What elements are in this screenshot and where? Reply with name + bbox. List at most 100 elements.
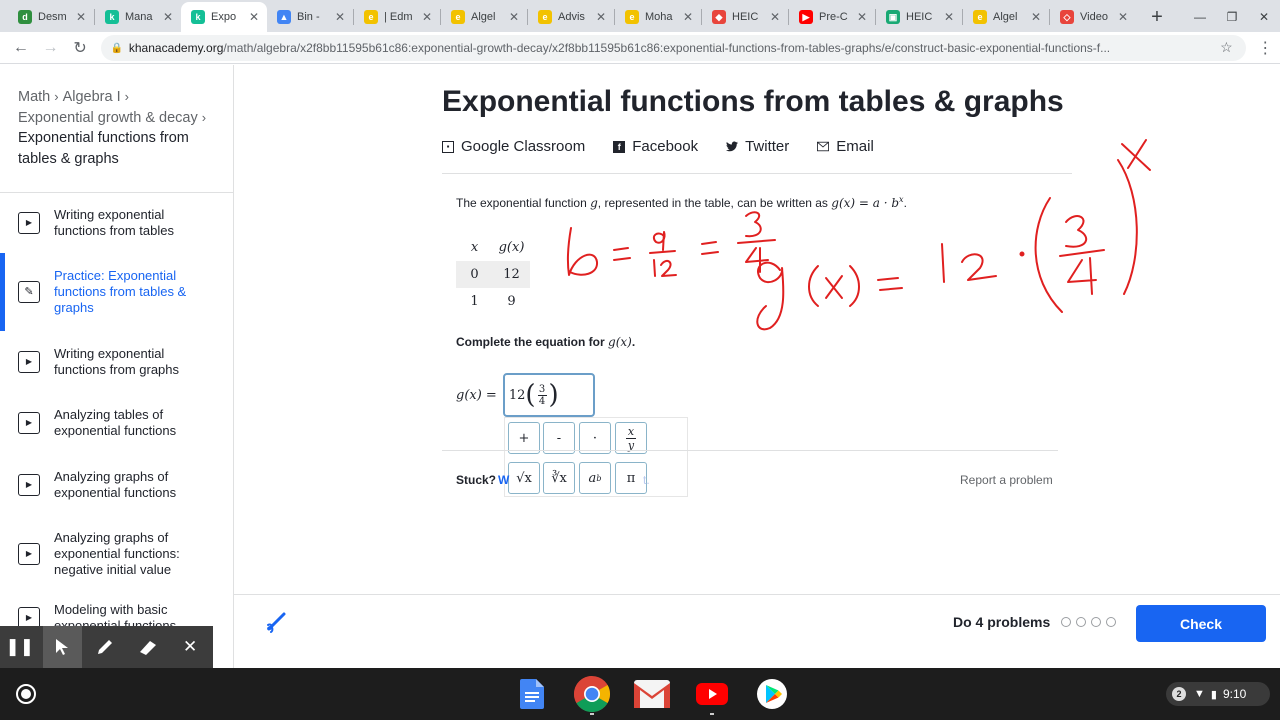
progress-dot: [1076, 617, 1086, 627]
browser-tab[interactable]: ▲ Bin - ✕: [267, 2, 353, 32]
browser-tab[interactable]: k Expo ✕: [181, 2, 267, 32]
play-icon: ▶: [18, 412, 40, 434]
breadcrumb-math[interactable]: Math: [18, 89, 50, 105]
breadcrumb-algebra[interactable]: Algebra I: [63, 89, 121, 105]
sidebar-item-label: Analyzing graphs of exponential function…: [54, 530, 180, 577]
browser-tab[interactable]: e | Edm ✕: [354, 2, 440, 32]
browser-tab[interactable]: d Desm ✕: [8, 2, 94, 32]
scratchpad-pencil-icon[interactable]: [264, 611, 288, 635]
pointer-icon[interactable]: [42, 626, 83, 668]
complete-instruction: Complete the equation for g(x).: [456, 335, 636, 349]
breadcrumb-sep-icon: ›: [201, 109, 207, 125]
close-icon[interactable]: ✕: [170, 626, 210, 668]
answer-input[interactable]: 12 ( 3 4 ): [502, 373, 595, 417]
browser-tab[interactable]: ▣ HEIC ✕: [876, 2, 962, 32]
sidebar-item-video[interactable]: ▶ Writing exponential functions from grap…: [0, 331, 233, 392]
annotation-toolbar: ❚❚ ✕: [0, 626, 213, 668]
minimize-icon[interactable]: —: [1184, 10, 1216, 24]
os-shelf: 2 ▼ ▮ 9:10: [0, 668, 1280, 720]
tab-label: HEIC: [732, 11, 759, 23]
tab-close-icon[interactable]: ✕: [681, 10, 695, 24]
tab-close-icon[interactable]: ✕: [942, 10, 956, 24]
sidebar-item-video[interactable]: ▶ Analyzing graphs of exponential functio…: [0, 515, 233, 593]
browser-tab[interactable]: ▶ Pre-C ✕: [789, 2, 875, 32]
tab-close-icon[interactable]: ✕: [161, 10, 175, 24]
restore-icon[interactable]: ❐: [1216, 10, 1248, 24]
email-button[interactable]: Email: [817, 138, 874, 155]
browser-menu-icon[interactable]: ⋮: [1250, 38, 1280, 58]
tab-favicon-icon: e: [625, 10, 639, 24]
sqrt-key[interactable]: √x: [508, 462, 540, 494]
sidebar-item-video[interactable]: ▶ Writing exponential functions from tabl…: [0, 193, 233, 253]
tab-close-icon[interactable]: ✕: [855, 10, 869, 24]
pen-icon[interactable]: [85, 626, 125, 668]
exponent-key[interactable]: ab: [579, 462, 611, 494]
tab-close-icon[interactable]: ✕: [333, 10, 347, 24]
sidebar-item-practice[interactable]: ✎ Practice: Exponential functions from ta…: [0, 253, 233, 331]
url-text: khanacademy.org/math/algebra/x2f8bb11595…: [128, 40, 1111, 55]
url-input[interactable]: 🔒 khanacademy.org/math/algebra/x2f8bb115…: [100, 34, 1247, 61]
answer-lhs: g(x) =: [456, 387, 497, 403]
play-store-icon[interactable]: [742, 674, 802, 714]
browser-tab[interactable]: ◆ HEIC ✕: [702, 2, 788, 32]
docs-icon[interactable]: [502, 674, 562, 714]
breadcrumb-unit[interactable]: Exponential growth & decay: [18, 110, 198, 126]
pause-icon[interactable]: ❚❚: [0, 626, 40, 668]
cube-root-key[interactable]: ∛x: [543, 462, 575, 494]
tab-close-icon[interactable]: ✕: [1116, 10, 1130, 24]
play-icon: ▶: [18, 212, 40, 234]
address-bar-row: ← → ↻ 🔒 khanacademy.org/math/algebra/x2f…: [0, 32, 1280, 64]
tab-close-icon[interactable]: ✕: [507, 10, 521, 24]
sidebar-item-video[interactable]: ▶ Analyzing graphs of exponential functio…: [0, 454, 233, 515]
back-arrow-icon[interactable]: ←: [6, 39, 36, 57]
tab-close-icon[interactable]: ✕: [1029, 10, 1043, 24]
facebook-button[interactable]: f Facebook: [613, 138, 698, 155]
close-window-icon[interactable]: ✕: [1248, 10, 1280, 24]
breadcrumb-current: Exponential functions from tables & graph…: [18, 130, 189, 167]
tab-favicon-icon: e: [364, 10, 378, 24]
status-tray[interactable]: 2 ▼ ▮ 9:10: [1166, 682, 1270, 706]
tab-close-icon[interactable]: ✕: [74, 10, 88, 24]
browser-tab[interactable]: e Advis ✕: [528, 2, 614, 32]
tab-favicon-icon: k: [105, 10, 119, 24]
new-tab-button[interactable]: +: [1142, 2, 1172, 32]
twitter-icon: [726, 141, 739, 153]
sidebar-item-label: Writing exponential functions from table…: [54, 207, 174, 238]
math-keypad: + - · xy √x ∛x ab π: [505, 418, 687, 496]
twitter-button[interactable]: Twitter: [726, 138, 789, 155]
launcher-icon[interactable]: [16, 684, 36, 704]
hint-link-tail[interactable]: t.: [643, 473, 650, 487]
bookmark-star-icon[interactable]: ☆: [1216, 39, 1236, 56]
browser-tab[interactable]: e Moha ✕: [615, 2, 701, 32]
tab-label: Bin -: [297, 11, 320, 23]
tab-favicon-icon: e: [451, 10, 465, 24]
tab-close-icon[interactable]: ✕: [768, 10, 782, 24]
tab-strip: d Desm ✕ k Mana ✕ k Expo ✕ ▲ Bin - ✕ e | Edm ✕ e Algel ✕…: [0, 0, 1280, 32]
breadcrumb-sep-icon: ›: [124, 89, 129, 104]
gmail-icon[interactable]: [622, 674, 682, 714]
browser-tab[interactable]: e Algel ✕: [441, 2, 527, 32]
hint-link[interactable]: W: [498, 473, 509, 487]
chrome-icon[interactable]: [562, 674, 622, 715]
tab-close-icon[interactable]: ✕: [420, 10, 434, 24]
facebook-icon: f: [613, 140, 626, 153]
share-row: ▪ Google Classroom f Facebook Twitter Em…: [442, 138, 902, 155]
tab-favicon-icon: ◇: [1060, 10, 1074, 24]
check-button[interactable]: Check: [1136, 605, 1266, 642]
play-icon: ▶: [18, 350, 40, 373]
highlighter-icon[interactable]: [128, 626, 168, 668]
lock-icon: 🔒: [110, 42, 124, 54]
google-classroom-button[interactable]: ▪ Google Classroom: [442, 138, 585, 155]
sidebar-item-label: Writing exponential functions from graph…: [54, 345, 180, 377]
reload-icon[interactable]: ↻: [65, 38, 95, 58]
sidebar-item-video[interactable]: ▶ Analyzing tables of exponential functio…: [0, 392, 233, 454]
browser-tab[interactable]: ◇ Video ✕: [1050, 2, 1136, 32]
youtube-icon[interactable]: [682, 674, 742, 715]
browser-tab[interactable]: e Algel ✕: [963, 2, 1049, 32]
report-problem-link[interactable]: Report a problem: [960, 473, 1053, 487]
browser-tab[interactable]: k Mana ✕: [95, 2, 181, 32]
tab-close-icon[interactable]: ✕: [594, 10, 608, 24]
tab-close-icon[interactable]: ✕: [247, 10, 261, 24]
forward-arrow-icon[interactable]: →: [36, 39, 66, 57]
sidebar-item-label: Practice: Exponential functions from tab…: [54, 268, 187, 315]
